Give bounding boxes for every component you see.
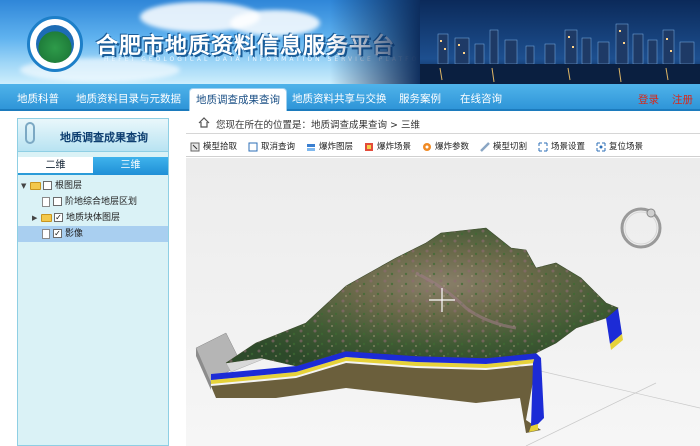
breadcrumb: 您现在所在的位置是：地质调查成果查询 > 三维: [186, 112, 700, 134]
tree-item-terrace-strata[interactable]: 阶地综合地层区划: [18, 194, 168, 210]
tool-label: 复位场景: [609, 142, 644, 152]
sidebar: 地质调查成果查询 二维 三维 ▼ 根图层 阶地综合地层区划 ▶ ✓ 地质块体图层…: [17, 118, 169, 446]
layer-checkbox[interactable]: ✓: [53, 229, 62, 238]
tab-2d[interactable]: 二维: [18, 157, 93, 175]
register-link[interactable]: 注册: [672, 92, 693, 107]
main-nav: 地质科普 地质资料目录与元数据 地质调查成果查询 地质资料共享与交换 服务案例 …: [0, 84, 700, 111]
nav-item-data-sharing[interactable]: 地质资料共享与交换: [292, 91, 387, 106]
logo-emblem-icon: [36, 25, 74, 63]
cancel-query-icon: [248, 142, 258, 152]
sidebar-title: 地质调查成果查询: [60, 131, 148, 144]
layer-checkbox[interactable]: [53, 197, 62, 206]
city-skyline-image: [330, 0, 700, 84]
tool-label: 爆炸参数: [435, 142, 470, 152]
tree-item-label: 根图层: [55, 181, 83, 191]
tree-item-root-layer[interactable]: ▼ 根图层: [18, 178, 168, 194]
nav-item-catalog-metadata[interactable]: 地质资料目录与元数据: [76, 91, 181, 106]
tool-label: 模型拾取: [203, 142, 238, 152]
layer-checkbox[interactable]: ✓: [54, 213, 63, 222]
header-banner: 合肥市地质资料信息服务平台 HEFEI GEOLOGICAL DATA INFO…: [0, 0, 700, 84]
tool-label: 取消查询: [261, 142, 296, 152]
nav-item-service-cases[interactable]: 服务案例: [399, 91, 441, 106]
cut-icon: [480, 142, 490, 152]
tree-item-label: 影像: [65, 229, 84, 239]
paperclip-icon: [25, 122, 35, 144]
navigation-compass[interactable]: [620, 207, 662, 249]
tool-label: 爆炸图层: [319, 142, 354, 152]
scene-settings-icon: [538, 142, 548, 152]
compass-north-handle-icon[interactable]: [646, 208, 656, 218]
tool-label: 场景设置: [551, 142, 586, 152]
expand-arrow-icon[interactable]: ▼: [21, 178, 29, 194]
explode-params-icon: [423, 143, 431, 151]
nav-item-geology-science[interactable]: 地质科普: [17, 91, 59, 106]
tree-item-imagery[interactable]: ✓ 影像: [18, 226, 168, 242]
terrain-texture: [226, 228, 618, 366]
tree-item-label: 阶地综合地层区划: [65, 197, 138, 207]
file-icon: [42, 229, 50, 239]
expand-arrow-icon[interactable]: ▶: [32, 210, 40, 226]
tree-item-label: 地质块体图层: [66, 213, 121, 223]
nav-item-online-consult[interactable]: 在线咨询: [460, 91, 502, 106]
login-link[interactable]: 登录: [638, 92, 659, 107]
strata-column-blue: [531, 353, 544, 426]
tool-label: 爆炸场景: [377, 142, 412, 152]
pick-icon: [190, 142, 200, 152]
layer-checkbox[interactable]: [43, 181, 52, 190]
sidebar-header: 地质调查成果查询: [18, 119, 168, 152]
3d-viewport[interactable]: [186, 158, 700, 446]
explode-scene-icon: [365, 143, 373, 151]
sidebar-tabs: 二维 三维: [18, 157, 168, 175]
folder-icon: [30, 182, 41, 190]
viewer-toolbar: 模型拾取 取消查询 爆炸图层 爆炸场景 爆炸参数 模型切割 场景设置 复位场景: [186, 137, 700, 157]
site-logo[interactable]: [27, 16, 83, 72]
reset-scene-icon: [596, 142, 606, 152]
file-icon: [42, 197, 50, 207]
tool-label: 模型切割: [493, 142, 528, 152]
geology-3d-model[interactable]: [186, 158, 700, 446]
nav-item-survey-results[interactable]: 地质调查成果查询: [189, 88, 287, 111]
home-icon: [198, 117, 210, 128]
tree-item-geo-block-layer[interactable]: ▶ ✓ 地质块体图层: [18, 210, 168, 226]
tab-3d[interactable]: 三维: [93, 157, 168, 175]
scene-guide-line: [525, 382, 657, 446]
explode-layer-icon: [307, 144, 315, 151]
folder-icon: [41, 214, 52, 222]
breadcrumb-text: 您现在所在的位置是：地质调查成果查询 > 三维: [216, 120, 421, 131]
